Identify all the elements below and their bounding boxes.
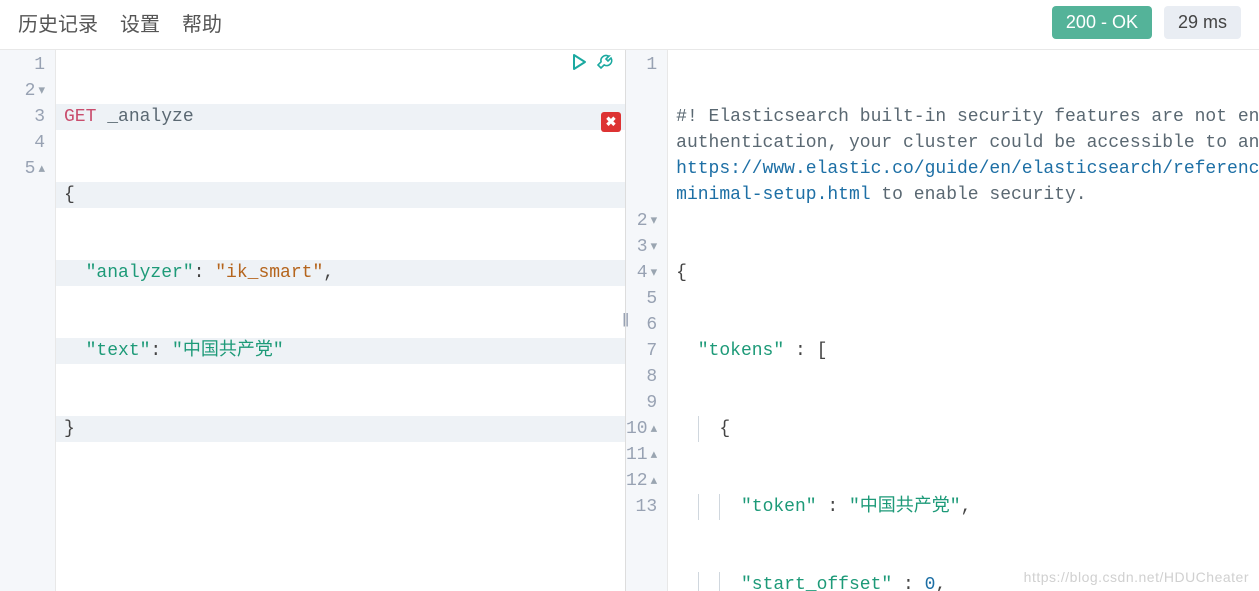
response-pane: 1 2▾ 3▾ 4▾ 5 6 7 8 9 10▴ 11▴ 12▴ 13 #! E… [626, 50, 1259, 591]
split-container: ✖ 1 2▾ 3 4 5▴ GET _analyze { "analyzer":… [0, 50, 1259, 591]
gutter-line: 2▾ [0, 78, 55, 104]
watermark: https://blog.csdn.net/HDUCheater [1024, 569, 1249, 585]
gutter-line: 4 [0, 130, 55, 156]
gutter-line: 7 [626, 338, 667, 364]
http-method: GET [64, 107, 96, 127]
gutter-line: 11▴ [626, 442, 667, 468]
error-icon[interactable]: ✖ [601, 112, 621, 132]
gutter-line: 6 [626, 312, 667, 338]
gutter-line: 5▴ [0, 156, 55, 182]
response-gutter: 1 2▾ 3▾ 4▾ 5 6 7 8 9 10▴ 11▴ 12▴ 13 [626, 50, 668, 591]
gutter-line: 3 [0, 104, 55, 130]
gutter-line: 12▴ [626, 468, 667, 494]
gutter-line: 9 [626, 390, 667, 416]
request-gutter: 1 2▾ 3 4 5▴ [0, 50, 56, 591]
gutter-line: 10▴ [626, 416, 667, 442]
gutter-line: 3▾ [626, 234, 667, 260]
nav-help[interactable]: 帮助 [182, 8, 222, 37]
gutter-line: 2▾ [626, 208, 667, 234]
nav-links: 历史记录 设置 帮助 [18, 8, 222, 37]
gutter-line: 4▾ [626, 260, 667, 286]
gutter-line: 8 [626, 364, 667, 390]
run-icon[interactable] [569, 52, 589, 72]
gutter-line: 1 [626, 52, 667, 208]
header-bar: 历史记录 设置 帮助 200 - OK 29 ms [0, 0, 1259, 50]
wrench-icon[interactable] [595, 52, 615, 72]
timing-badge: 29 ms [1164, 6, 1241, 39]
endpoint: _analyze [107, 107, 193, 127]
resize-handle-icon[interactable]: ‖ [622, 310, 629, 331]
request-editor[interactable]: GET _analyze { "analyzer": "ik_smart", "… [56, 50, 625, 591]
status-badge: 200 - OK [1052, 6, 1152, 39]
gutter-line: 5 [626, 286, 667, 312]
gutter-line: 13 [626, 494, 667, 520]
nav-settings[interactable]: 设置 [120, 8, 160, 37]
security-warning: #! Elasticsearch built-in security featu… [668, 104, 1259, 208]
nav-history[interactable]: 历史记录 [18, 8, 98, 37]
gutter-line: 1 [0, 52, 55, 78]
response-viewer[interactable]: #! Elasticsearch built-in security featu… [668, 50, 1259, 591]
request-pane: ✖ 1 2▾ 3 4 5▴ GET _analyze { "analyzer":… [0, 50, 626, 591]
